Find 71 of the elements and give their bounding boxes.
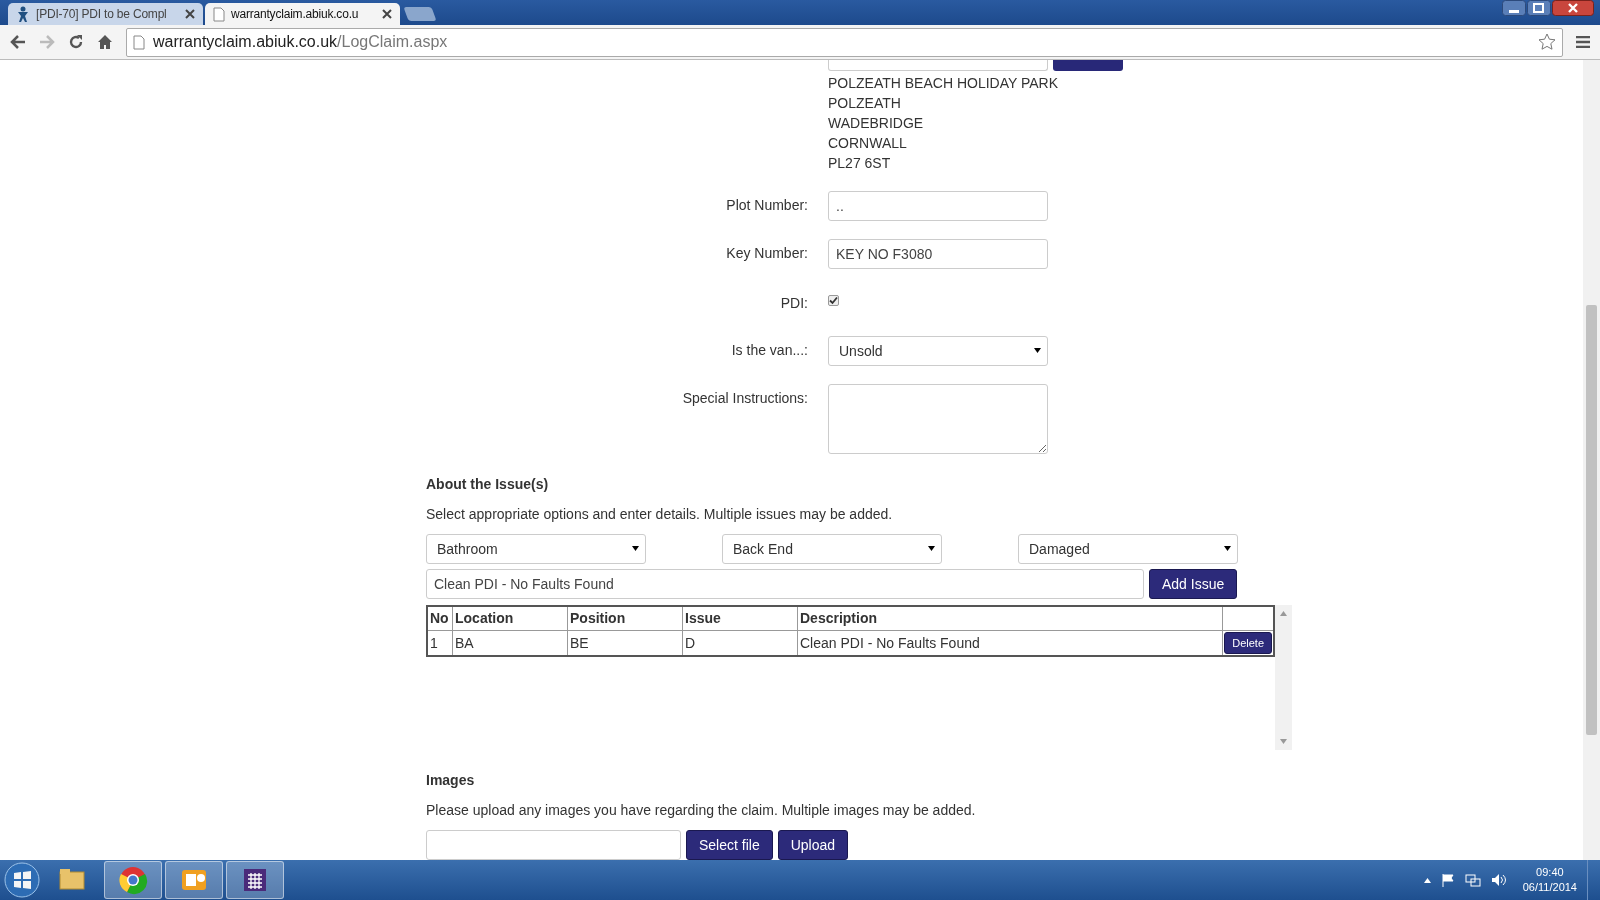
upload-button[interactable]: Upload xyxy=(777,830,849,860)
address-line: CORNWALL xyxy=(828,133,908,153)
postcode-field[interactable] xyxy=(828,60,1048,71)
flag-icon[interactable] xyxy=(1440,873,1455,887)
file-field[interactable] xyxy=(426,830,681,860)
close-icon[interactable] xyxy=(1552,0,1594,16)
page-icon xyxy=(213,6,225,22)
select-dropdown[interactable]: Damaged xyxy=(1018,533,1238,564)
reload-icon[interactable] xyxy=(68,34,84,50)
minimize-icon[interactable] xyxy=(1502,0,1526,16)
person-icon xyxy=(16,6,30,22)
tab-title: [PDI-70] PDI to be Compl xyxy=(36,7,168,21)
column-header: Location xyxy=(452,605,568,631)
text-field[interactable]: KEY NO F3080 xyxy=(828,238,1048,269)
column-header: No xyxy=(427,605,453,631)
new-tab-button[interactable] xyxy=(403,7,437,21)
globe-icon[interactable] xyxy=(117,864,149,896)
caret-icon xyxy=(1034,348,1041,354)
url-text: warrantyclaim.abiuk.co.uk/LogClaim.aspx xyxy=(153,33,449,51)
menu-icon[interactable] xyxy=(1576,36,1590,48)
clock-time: 09:40 xyxy=(1535,865,1565,880)
section-heading: Images xyxy=(426,771,476,790)
close-icon[interactable] xyxy=(185,9,195,19)
caret-icon xyxy=(632,546,639,552)
clock[interactable]: 09:40 06/11/2014 xyxy=(1522,865,1577,895)
column-header: Description xyxy=(797,605,1223,631)
column-header: Issue xyxy=(682,605,798,631)
address-line: POLZEATH BEACH HOLIDAY PARK xyxy=(828,73,1059,93)
restore-icon[interactable] xyxy=(1527,0,1551,16)
field-label: PDI: xyxy=(779,293,808,311)
address-line: PL27 6ST xyxy=(828,153,892,173)
address-line: WADEBRIDGE xyxy=(828,113,925,133)
page-scrollbar[interactable] xyxy=(1583,60,1600,860)
star-icon[interactable] xyxy=(1538,33,1556,51)
delete-button[interactable]: Delete xyxy=(1224,631,1272,654)
select-dropdown[interactable]: Unsold xyxy=(828,335,1048,366)
home-icon[interactable] xyxy=(97,34,113,50)
up-arrow-icon[interactable] xyxy=(1423,877,1431,883)
caret-icon xyxy=(928,546,935,552)
clock-date: 06/11/2014 xyxy=(1522,880,1577,895)
instructions-text: Please upload any images you have regarding the claim. Multiple images may be added. xyxy=(426,801,977,820)
select-dropdown[interactable]: Bathroom xyxy=(426,533,646,564)
page-icon xyxy=(133,34,145,50)
browser-tab[interactable]: [PDI-70] PDI to be Compl xyxy=(8,3,203,25)
upload-button[interactable]: Select file xyxy=(686,830,773,860)
speaker-icon[interactable] xyxy=(1490,873,1507,887)
description-field[interactable]: Clean PDI - No Faults Found xyxy=(426,568,1144,599)
scrollbar-thumb[interactable] xyxy=(1586,305,1597,735)
network-icon[interactable] xyxy=(1464,873,1481,887)
field-label: Plot Number: xyxy=(725,195,808,213)
section-heading: About the Issue(s) xyxy=(426,474,550,494)
select-dropdown[interactable]: Back End xyxy=(722,533,942,564)
column-header: Position xyxy=(567,605,683,631)
field-label: Special Instructions: xyxy=(681,388,808,406)
scroll-down-icon[interactable] xyxy=(1280,739,1287,744)
close-icon[interactable] xyxy=(382,9,392,19)
address-line: POLZEATH xyxy=(828,93,902,113)
back-arrow-icon[interactable] xyxy=(10,35,26,49)
instructions-text: Select appropriate options and enter details. Multiple issues may be added. xyxy=(426,504,894,524)
address-bar[interactable]: warrantyclaim.abiuk.co.uk/LogClaim.aspx xyxy=(126,27,1563,57)
browser-tab[interactable]: warrantyclaim.abiuk.co.u xyxy=(205,3,400,25)
field-label: Key Number: xyxy=(725,243,808,261)
scroll-up-icon[interactable] xyxy=(1280,610,1287,616)
table-cell: Clean PDI - No Faults Found xyxy=(797,630,1223,656)
caret-icon xyxy=(1224,546,1231,552)
start-button-icon[interactable] xyxy=(4,862,40,898)
field-label: Is the van...: xyxy=(730,340,808,358)
add-issue-button[interactable]: Add Issue xyxy=(1149,568,1238,599)
text-field[interactable]: .. xyxy=(828,190,1048,221)
tab-title: warrantyclaim.abiuk.co.u xyxy=(231,7,360,21)
checkbox[interactable] xyxy=(828,294,839,306)
